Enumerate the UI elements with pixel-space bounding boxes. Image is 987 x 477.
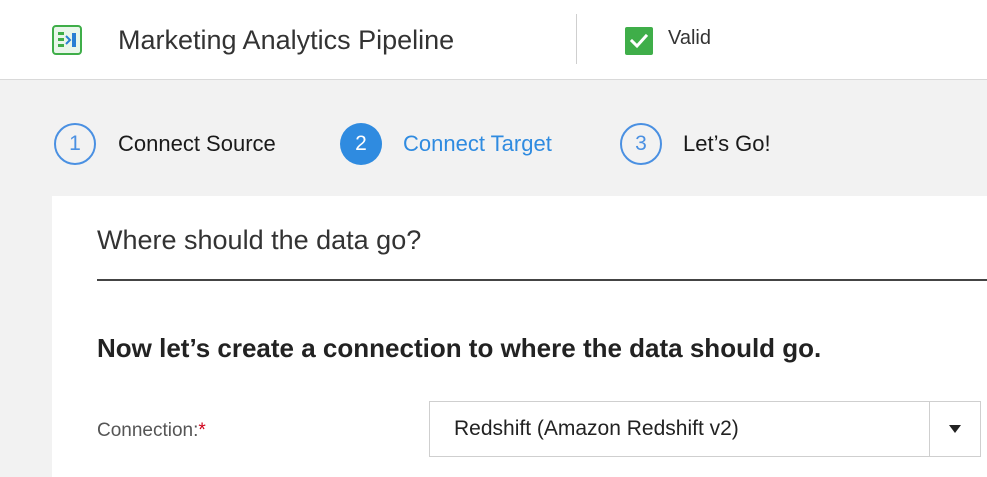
wizard-area: 1 Connect Source 2 Connect Target 3 Let’… [0, 80, 987, 477]
card-divider [97, 279, 987, 281]
connection-select[interactable]: Redshift (Amazon Redshift v2) [429, 401, 981, 457]
connection-label-text: Connection: [97, 420, 199, 441]
validation-status-label: Valid [668, 27, 711, 49]
target-connection-card: Where should the data go? Now let’s crea… [52, 196, 987, 477]
caret-down-icon[interactable] [929, 402, 980, 456]
connection-field-label: Connection:* [97, 417, 206, 445]
page-title: Marketing Analytics Pipeline [118, 25, 455, 55]
step-2-circle[interactable]: 2 [340, 123, 382, 165]
header-divider [576, 14, 577, 64]
step-3-circle[interactable]: 3 [620, 123, 662, 165]
pipeline-app-icon [52, 25, 82, 55]
checkmark-icon [625, 27, 653, 55]
card-title: Where should the data go? [97, 225, 422, 255]
connection-select-value: Redshift (Amazon Redshift v2) [454, 417, 739, 440]
step-3-label[interactable]: Let’s Go! [683, 128, 771, 160]
step-2-label[interactable]: Connect Target [403, 128, 552, 160]
app-header: Marketing Analytics Pipeline Valid [0, 0, 987, 80]
step-1-circle[interactable]: 1 [54, 123, 96, 165]
required-marker: * [198, 420, 206, 441]
wizard-steps: 1 Connect Source 2 Connect Target 3 Let’… [0, 80, 987, 195]
step-1-label[interactable]: Connect Source [118, 128, 276, 160]
card-subtitle: Now let’s create a connection to where t… [97, 333, 822, 363]
